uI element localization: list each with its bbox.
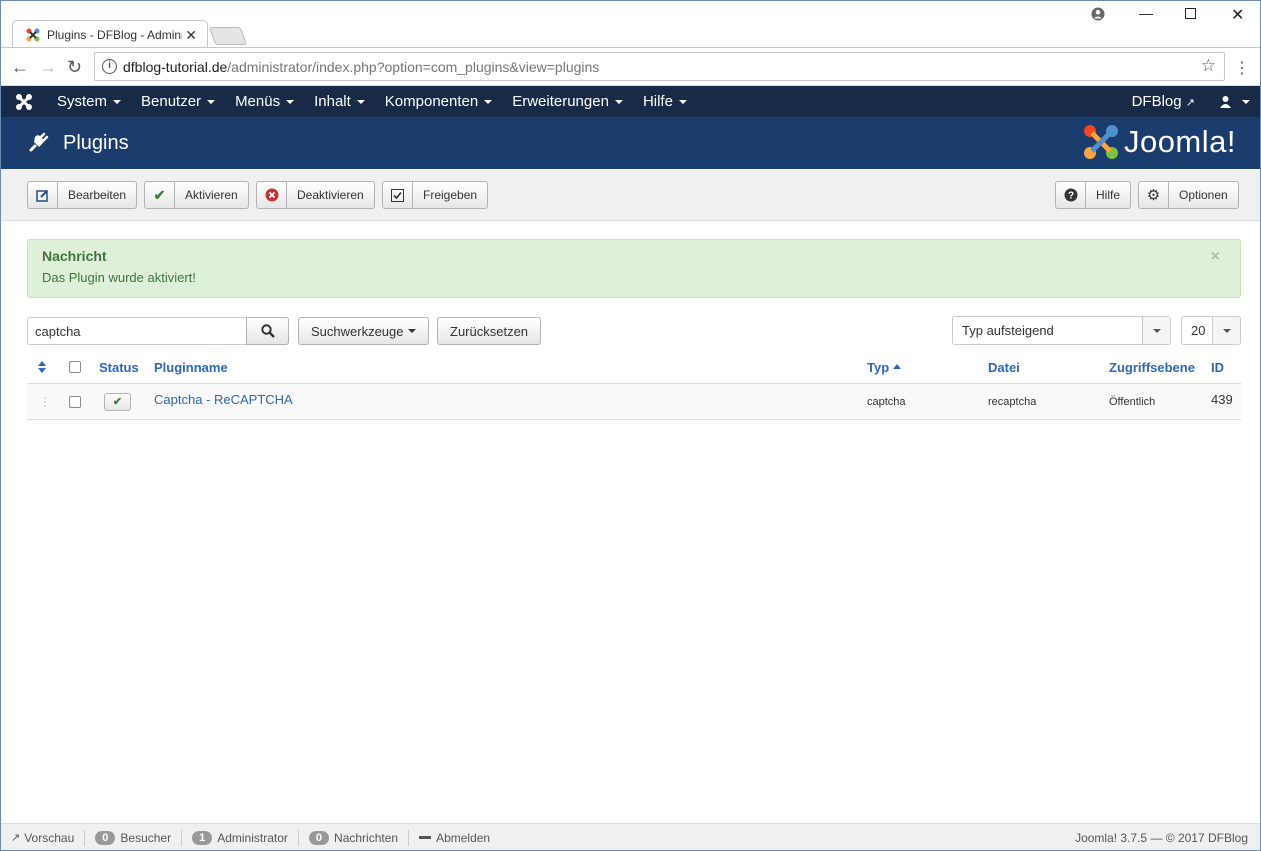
url-path: /administrator/index.php?option=com_plug…: [227, 58, 600, 75]
cell-id: 439: [1211, 392, 1233, 407]
chevron-down-icon: [1142, 317, 1170, 344]
admins-indicator: 1 Administrator: [182, 829, 299, 846]
messages-indicator[interactable]: 0 Nachrichten: [299, 829, 410, 846]
plugin-name-link[interactable]: Captcha - ReCAPTCHA: [154, 382, 293, 417]
page-title: Plugins: [63, 131, 129, 154]
menu-extensions[interactable]: Erweiterungen: [502, 93, 633, 110]
minimize-icon[interactable]: —: [1139, 5, 1153, 21]
back-icon[interactable]: ←: [11, 57, 29, 78]
menu-users[interactable]: Benutzer: [131, 93, 225, 110]
menu-system[interactable]: System: [47, 93, 131, 110]
row-checkbox[interactable]: [69, 384, 81, 419]
help-button[interactable]: ? Hilfe: [1055, 181, 1132, 209]
options-button[interactable]: ⚙ Optionen: [1138, 181, 1239, 209]
column-type[interactable]: Typ: [867, 351, 902, 383]
search-icon: [260, 324, 275, 338]
brand-text: Joomla!: [1123, 124, 1236, 159]
table-header: Status Pluginname Typ Datei Zugriffseben…: [27, 351, 1241, 384]
preview-link[interactable]: ↗ Vorschau: [1, 829, 86, 846]
plugin-icon: [29, 132, 49, 152]
profile-icon[interactable]: [1091, 7, 1105, 24]
user-icon: [1220, 96, 1231, 108]
cell-file: recaptcha: [988, 395, 1037, 408]
enable-button[interactable]: ✔ Aktivieren: [144, 181, 249, 209]
search-tools-button[interactable]: Suchwerkzeuge: [298, 317, 429, 345]
window-close-icon[interactable]: ✕: [1231, 5, 1244, 25]
gear-icon: ⚙: [1139, 182, 1169, 208]
info-icon[interactable]: i: [102, 59, 117, 74]
copyright: Joomla! 3.7.5 — © 2017 DFBlog: [1075, 830, 1248, 845]
tab-bar: Plugins - DFBlog - Administration ✕ — ✕: [1, 1, 1260, 48]
url-host: dfblog-tutorial.de: [123, 58, 228, 75]
chevron-down-icon: [1212, 317, 1240, 344]
minus-icon: [419, 836, 432, 839]
external-link-icon: ↗: [11, 832, 21, 844]
joomla-brand: Joomla!: [1082, 123, 1236, 161]
visitors-indicator: 0 Besucher: [85, 829, 183, 846]
search-input[interactable]: captcha: [27, 317, 247, 345]
toolbar: Bearbeiten ✔ Aktivieren Deaktivieren Fre…: [1, 169, 1260, 221]
visitors-badge: 0: [95, 830, 116, 845]
joomla-logo-icon[interactable]: [1, 93, 47, 111]
logout-link[interactable]: Abmelden: [409, 830, 500, 846]
menu-components[interactable]: Komponenten: [375, 93, 502, 110]
cancel-circle-icon: [257, 182, 287, 208]
column-name[interactable]: Pluginname: [154, 351, 228, 383]
page-header: Plugins Joomla!: [1, 117, 1260, 169]
browser-window: Plugins - DFBlog - Administration ✕ — ✕ …: [0, 0, 1261, 851]
alert-close-icon[interactable]: ×: [1211, 248, 1220, 266]
checkbox-icon: [383, 182, 413, 208]
question-icon: ?: [1056, 182, 1086, 208]
svg-text:?: ?: [1067, 191, 1073, 202]
joomla-favicon-icon: [25, 27, 41, 43]
sort-asc-icon: [893, 364, 902, 369]
edit-button[interactable]: Bearbeiten: [27, 181, 138, 209]
joomla-brand-icon: [1083, 125, 1118, 159]
checkin-button[interactable]: Freigeben: [382, 181, 489, 209]
edit-icon: [28, 182, 58, 208]
bookmark-star-icon[interactable]: ☆: [1201, 56, 1216, 76]
column-id[interactable]: ID: [1211, 351, 1224, 383]
user-menu[interactable]: [1219, 95, 1250, 108]
new-tab-button[interactable]: [208, 27, 248, 45]
ordering-select[interactable]: Typ aufsteigend: [952, 316, 1171, 345]
ordering-sort-icon[interactable]: [37, 351, 47, 383]
column-status[interactable]: Status: [99, 351, 139, 383]
search-button[interactable]: [246, 317, 289, 345]
cell-type: captcha: [867, 395, 906, 408]
tab-title: Plugins - DFBlog - Administration: [47, 27, 182, 42]
table-row: ⋮ ✔ Captcha - ReCAPTCHA captcha recaptch…: [27, 384, 1241, 420]
reset-button[interactable]: Zurücksetzen: [437, 317, 542, 345]
drag-handle-icon[interactable]: ⋮: [39, 384, 51, 419]
limit-select[interactable]: 20: [1181, 316, 1241, 345]
admins-badge: 1: [192, 830, 213, 845]
status-footer: ↗ Vorschau 0 Besucher 1 Administrator 0 Nach…: [1, 823, 1260, 850]
reload-icon[interactable]: ↻: [67, 57, 82, 78]
success-alert: Nachricht Das Plugin wurde aktiviert! ×: [27, 239, 1241, 298]
admin-navbar: System Benutzer Menüs Inhalt Komponenten…: [1, 86, 1260, 117]
maximize-icon[interactable]: [1185, 7, 1197, 23]
alert-heading: Nachricht: [42, 248, 107, 264]
browser-tab[interactable]: Plugins - DFBlog - Administration ✕: [12, 20, 208, 48]
menu-help[interactable]: Hilfe: [633, 93, 697, 110]
messages-badge: 0: [308, 830, 330, 845]
check-icon: ✔: [145, 182, 175, 208]
forward-icon[interactable]: →: [39, 57, 57, 78]
menu-menus[interactable]: Menüs: [225, 93, 304, 110]
browser-menu-icon[interactable]: ⋮: [1234, 58, 1250, 78]
site-link[interactable]: DFBlog ↗: [1132, 93, 1195, 110]
status-toggle[interactable]: ✔: [104, 384, 131, 419]
disable-button[interactable]: Deaktivieren: [256, 181, 375, 209]
column-file[interactable]: Datei: [988, 351, 1020, 383]
url-input[interactable]: i dfblog-tutorial.de/administrator/index…: [94, 52, 1225, 81]
address-bar: ← → ↻ i dfblog-tutorial.de/administrator…: [1, 48, 1260, 86]
select-all-checkbox[interactable]: [69, 351, 81, 383]
external-link-icon: ↗: [1185, 97, 1195, 109]
menu-content[interactable]: Inhalt: [304, 93, 375, 110]
tab-close-icon[interactable]: ✕: [185, 27, 197, 44]
alert-message: Das Plugin wurde aktiviert!: [42, 270, 196, 285]
column-access[interactable]: Zugriffsebene: [1109, 351, 1195, 383]
cell-access: Öffentlich: [1109, 395, 1156, 408]
check-icon: ✔: [112, 396, 123, 408]
